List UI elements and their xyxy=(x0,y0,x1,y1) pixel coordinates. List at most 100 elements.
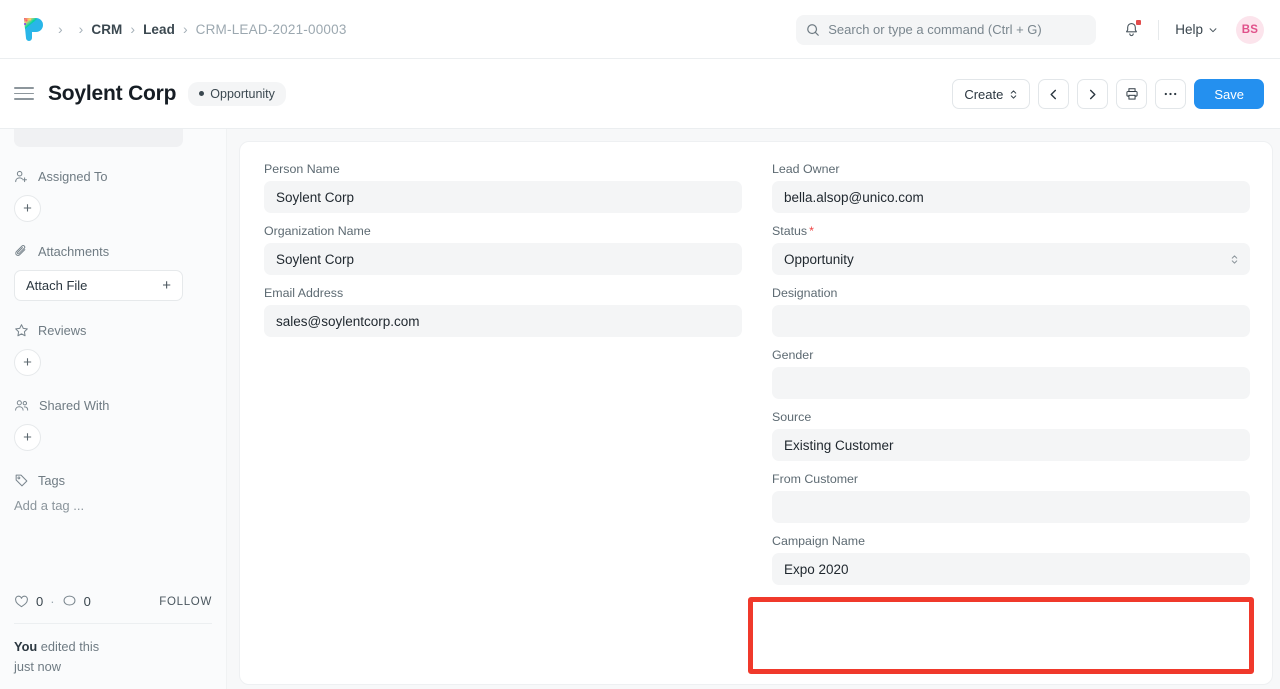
comment-icon[interactable] xyxy=(62,594,77,609)
field-label: Organization Name xyxy=(264,224,742,238)
add-tag-input[interactable]: Add a tag ... xyxy=(14,498,212,513)
frappe-logo[interactable] xyxy=(14,12,48,46)
search-input[interactable]: Search or type a command (Ctrl + G) xyxy=(796,15,1096,45)
heart-icon[interactable] xyxy=(14,594,29,609)
comment-count: 0 xyxy=(84,594,91,609)
field-label: Source xyxy=(772,410,1250,424)
printer-icon xyxy=(1125,87,1139,101)
users-icon xyxy=(14,398,30,413)
field-label: Gender xyxy=(772,348,1250,362)
breadcrumb-item-lead[interactable]: Lead xyxy=(143,22,175,37)
tag-icon xyxy=(14,473,29,488)
field-value: Existing Customer xyxy=(784,438,894,453)
sidebar-label-shared-with: Shared With xyxy=(39,398,109,413)
sidebar-section-shared-with: Shared With + xyxy=(14,398,212,451)
document-title-bar: Soylent Corp Opportunity Create xyxy=(0,59,1280,129)
from-customer-input[interactable] xyxy=(772,491,1250,523)
ellipsis-icon xyxy=(1163,91,1178,97)
designation-input[interactable] xyxy=(772,305,1250,337)
plus-icon: + xyxy=(23,201,32,216)
print-button[interactable] xyxy=(1116,79,1147,109)
form-card: Person Name Soylent Corp Organization Na… xyxy=(239,141,1273,685)
lead-owner-input[interactable]: bella.alsop@unico.com xyxy=(772,181,1250,213)
help-menu[interactable]: Help xyxy=(1175,22,1218,37)
count-separator: · xyxy=(50,594,54,609)
user-plus-icon xyxy=(14,169,29,184)
reviews-header: Reviews xyxy=(14,323,212,338)
paperclip-icon xyxy=(14,244,29,259)
field-from-customer: From Customer xyxy=(772,472,1250,523)
field-value: Soylent Corp xyxy=(276,190,354,205)
page-title: Soylent Corp xyxy=(48,82,176,106)
field-status: Status* Opportunity xyxy=(772,224,1250,275)
sidebar-label-assigned-to: Assigned To xyxy=(38,169,107,184)
star-icon xyxy=(14,323,29,338)
create-label: Create xyxy=(964,87,1003,102)
save-button[interactable]: Save xyxy=(1194,79,1264,109)
field-label-text: Status xyxy=(772,224,807,238)
status-badge[interactable]: Opportunity xyxy=(188,82,286,106)
field-lead-owner: Lead Owner bella.alsop@unico.com xyxy=(772,162,1250,213)
breadcrumb-item-crm[interactable]: CRM xyxy=(91,22,122,37)
field-email-address: Email Address sales@soylentcorp.com xyxy=(264,286,742,337)
status-select[interactable]: Opportunity xyxy=(772,243,1250,275)
page-body: Assigned To + Attachments Attach File + xyxy=(0,129,1280,689)
breadcrumb-separator: › xyxy=(58,22,63,36)
plus-icon: + xyxy=(23,355,32,370)
breadcrumb-separator: › xyxy=(183,22,188,36)
field-value: Expo 2020 xyxy=(784,562,849,577)
add-assignment-button[interactable]: + xyxy=(14,195,41,222)
sidebar-scrolled-section xyxy=(14,129,183,147)
sidebar-footer: 0 · 0 FOLLOW You edited this just now xyxy=(14,594,212,677)
follow-button[interactable]: FOLLOW xyxy=(159,596,212,608)
sidebar-label-reviews: Reviews xyxy=(38,323,86,338)
campaign-name-input[interactable]: Expo 2020 xyxy=(772,553,1250,585)
field-source: Source Existing Customer xyxy=(772,410,1250,461)
attach-file-button[interactable]: Attach File + xyxy=(14,270,183,301)
add-share-button[interactable]: + xyxy=(14,424,41,451)
document-sidebar: Assigned To + Attachments Attach File + xyxy=(0,129,227,689)
attach-file-label: Attach File xyxy=(26,278,87,293)
sidebar-divider xyxy=(14,623,212,624)
field-value: Opportunity xyxy=(784,252,854,267)
avatar[interactable]: BS xyxy=(1236,16,1264,44)
field-value: bella.alsop@unico.com xyxy=(784,190,924,205)
attachments-header: Attachments xyxy=(14,244,212,259)
plus-icon: + xyxy=(23,430,32,445)
form-left-column: Person Name Soylent Corp Organization Na… xyxy=(264,162,742,684)
create-button[interactable]: Create xyxy=(952,79,1030,109)
add-review-button[interactable]: + xyxy=(14,349,41,376)
notification-badge xyxy=(1136,20,1141,25)
gender-input[interactable] xyxy=(772,367,1250,399)
previous-document-button[interactable] xyxy=(1038,79,1069,109)
field-label: Person Name xyxy=(264,162,742,176)
notifications-button[interactable] xyxy=(1118,17,1144,43)
add-tag-placeholder: Add a tag ... xyxy=(14,498,84,513)
breadcrumb-item-document[interactable]: CRM-LEAD-2021-00003 xyxy=(196,22,347,37)
field-label: Lead Owner xyxy=(772,162,1250,176)
shared-with-header: Shared With xyxy=(14,398,212,413)
main-content: Person Name Soylent Corp Organization Na… xyxy=(227,129,1280,689)
more-actions-button[interactable] xyxy=(1155,79,1186,109)
field-label: Designation xyxy=(772,286,1250,300)
field-label: Campaign Name xyxy=(772,534,1250,548)
email-address-input[interactable]: sales@soylentcorp.com xyxy=(264,305,742,337)
form-right-column: Lead Owner bella.alsop@unico.com Status*… xyxy=(772,162,1250,684)
person-name-input[interactable]: Soylent Corp xyxy=(264,181,742,213)
application-window: › › CRM › Lead › CRM-LEAD-2021-00003 Sea… xyxy=(0,0,1280,689)
field-campaign-name: Campaign Name Expo 2020 xyxy=(772,534,1250,585)
status-badge-label: Opportunity xyxy=(210,87,275,101)
save-label: Save xyxy=(1214,87,1244,102)
sidebar-label-tags: Tags xyxy=(38,473,65,488)
breadcrumb: › › CRM › Lead › CRM-LEAD-2021-00003 xyxy=(50,22,347,37)
field-gender: Gender xyxy=(772,348,1250,399)
next-document-button[interactable] xyxy=(1077,79,1108,109)
top-navbar: › › CRM › Lead › CRM-LEAD-2021-00003 Sea… xyxy=(0,0,1280,59)
sidebar-section-reviews: Reviews + xyxy=(14,323,212,376)
field-designation: Designation xyxy=(772,286,1250,337)
source-input[interactable]: Existing Customer xyxy=(772,429,1250,461)
breadcrumb-separator: › xyxy=(79,22,84,36)
organization-name-input[interactable]: Soylent Corp xyxy=(264,243,742,275)
hamburger-icon[interactable] xyxy=(14,87,34,100)
edited-time: just now xyxy=(14,659,61,674)
